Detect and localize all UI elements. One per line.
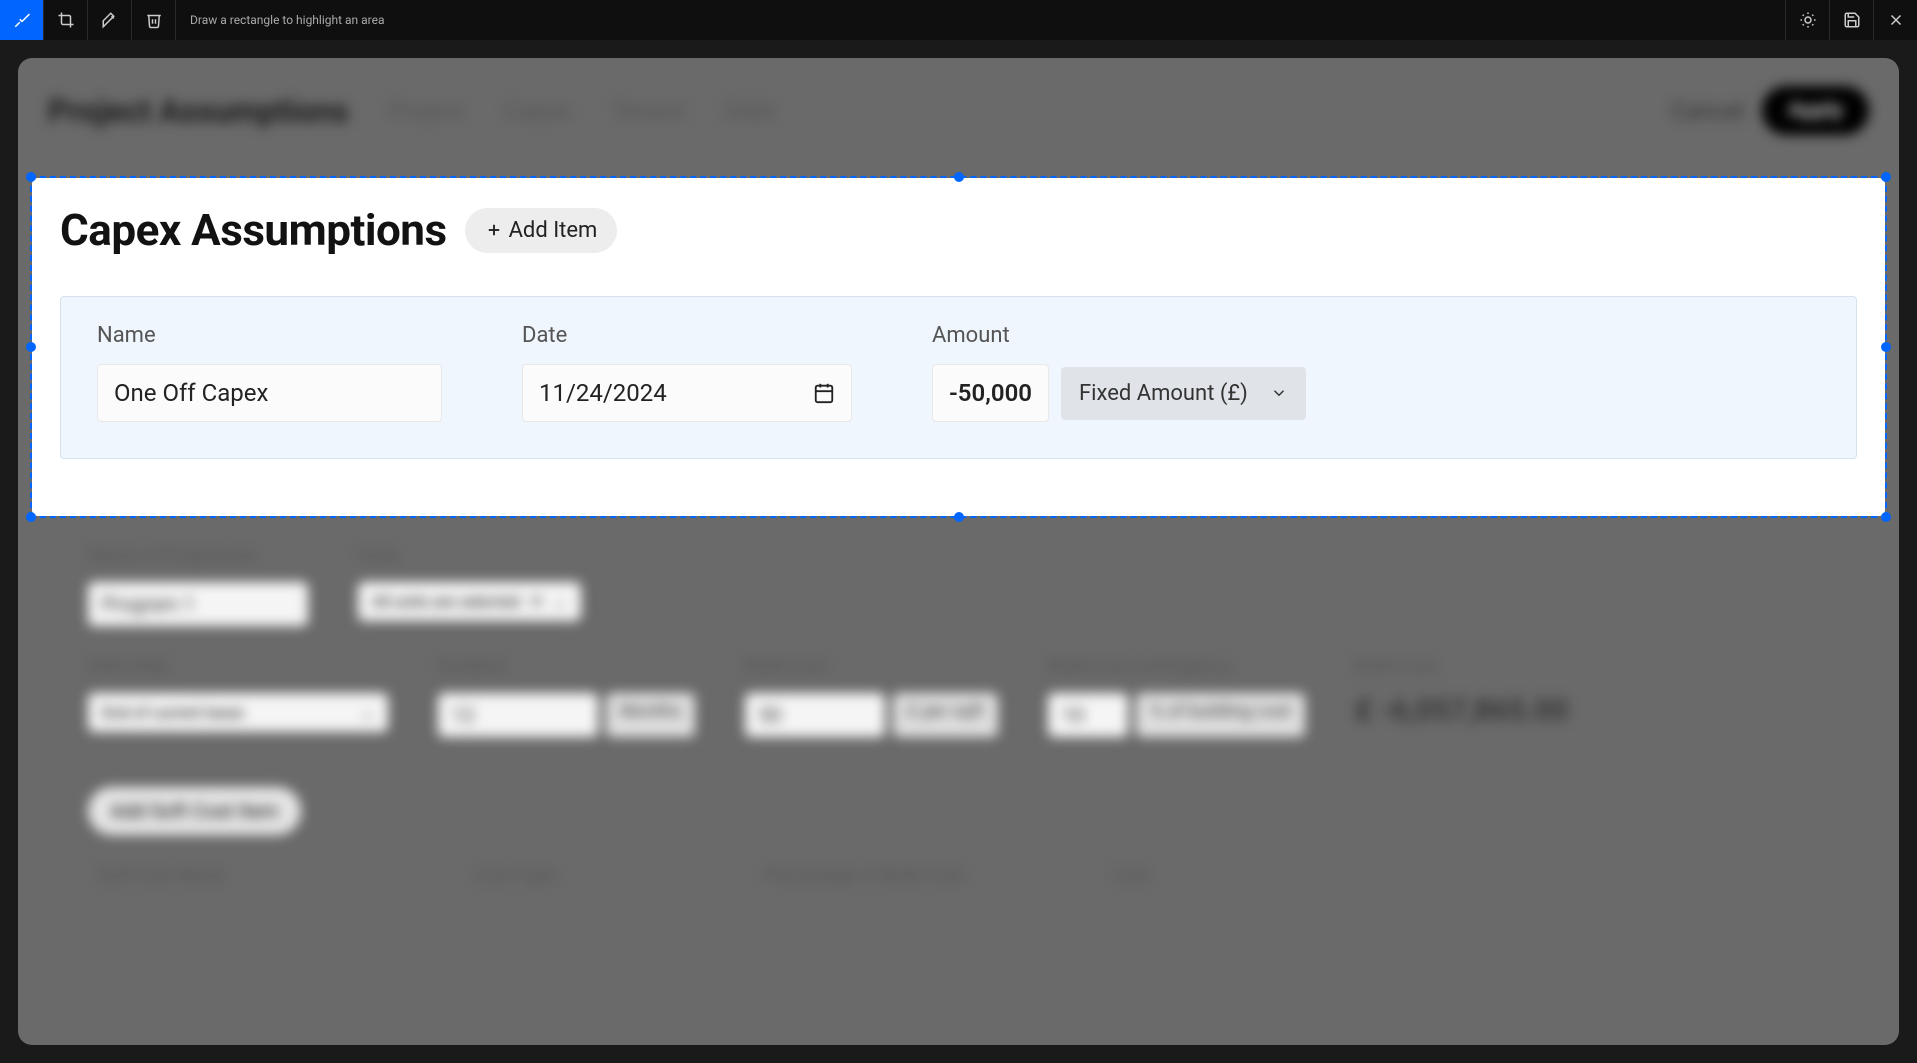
label-percentage: Percentage of Build Cost — [765, 865, 963, 886]
label-duration: Duration — [438, 656, 695, 677]
label-total-build-cost: Build Cost — [1355, 656, 1568, 677]
tab-debt: Debt — [724, 97, 774, 125]
page-title: Project Assumptions — [48, 92, 349, 130]
duration-unit: Months — [606, 693, 695, 737]
resize-handle-bottom-center[interactable] — [954, 512, 964, 522]
highlight-tool[interactable] — [0, 0, 44, 40]
resize-handle-bottom-left[interactable] — [26, 512, 36, 522]
resize-handle-bottom-right[interactable] — [1881, 512, 1891, 522]
contingency-value: 10 — [1048, 693, 1128, 737]
close-icon — [1887, 11, 1905, 29]
viewport: Project Assumptions Project Capex Tenant… — [0, 40, 1917, 1063]
tab-capex: Capex — [504, 97, 571, 125]
input-programme-name: Program 1 — [88, 582, 308, 626]
selection-rectangle[interactable] — [30, 176, 1887, 518]
delete-tool[interactable] — [132, 0, 176, 40]
theme-toggle[interactable] — [1785, 0, 1829, 40]
crop-icon — [57, 11, 75, 29]
clear-icon: ✕ — [530, 592, 543, 611]
annotation-toolbar: Draw a rectangle to highlight an area — [0, 0, 1917, 40]
save-button[interactable] — [1829, 0, 1873, 40]
units-value: All units are selected — [372, 592, 520, 611]
tab-tenant: Tenant — [611, 97, 684, 125]
label-start-date: Start Date — [88, 656, 388, 677]
label-units: Units — [358, 545, 581, 566]
highlight-icon — [13, 11, 31, 29]
cancel-button: Cancel — [1671, 97, 1744, 125]
start-value: End of current lease — [102, 703, 244, 722]
duration-value: 12 — [438, 693, 598, 737]
chevron-down-icon: ⌄ — [361, 703, 374, 722]
label-cost-type: Cost Type — [475, 865, 555, 886]
chevron-down-icon: ⌄ — [553, 592, 566, 611]
label-cost: Cost — [1113, 865, 1150, 886]
build-cost-value: 50 — [745, 693, 885, 737]
page-background: Project Assumptions Project Capex Tenant… — [18, 58, 1899, 1045]
toolbar-hint-text: Draw a rectangle to highlight an area — [176, 13, 385, 27]
trash-icon — [145, 11, 163, 29]
resize-handle-middle-right[interactable] — [1881, 342, 1891, 352]
build-cost-unit: £ per sqft — [893, 693, 998, 737]
resize-handle-top-center[interactable] — [954, 172, 964, 182]
add-soft-cost-button: Add Soft Cost Item — [88, 787, 301, 835]
label-build-cost: Build Cost — [745, 656, 998, 677]
resize-handle-top-left[interactable] — [26, 172, 36, 182]
label-soft-cost-name: Soft Cost Name — [98, 865, 225, 886]
pencil-ruler-icon — [101, 11, 119, 29]
label-contingency: Build Cost contingency — [1048, 656, 1305, 677]
resize-handle-top-right[interactable] — [1881, 172, 1891, 182]
apply-button: Apply — [1762, 86, 1869, 135]
tab-project: Project — [389, 97, 465, 125]
sun-icon — [1799, 11, 1817, 29]
resize-handle-middle-left[interactable] — [26, 342, 36, 352]
draw-tool[interactable] — [88, 0, 132, 40]
label-programme-name: Name of Programme — [88, 545, 308, 566]
contingency-unit: % of building cost — [1136, 693, 1305, 737]
crop-tool[interactable] — [44, 0, 88, 40]
save-icon — [1843, 11, 1861, 29]
total-build-cost: £ -6,057,865.00 — [1355, 693, 1568, 728]
close-button[interactable] — [1873, 0, 1917, 40]
